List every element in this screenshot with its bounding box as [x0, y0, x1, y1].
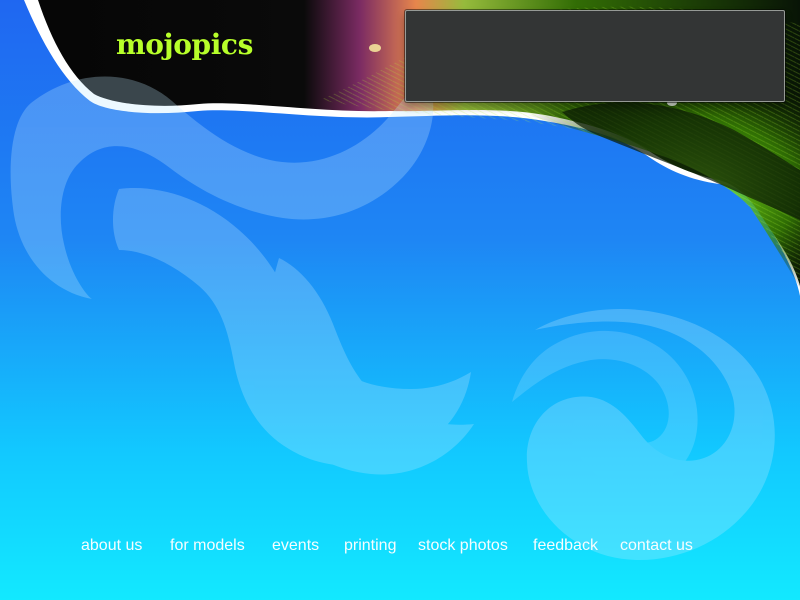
site-logo[interactable]: mojopics — [116, 31, 253, 59]
nav-link-feedback[interactable]: feedback — [533, 536, 598, 556]
mojopics-home-page: mojopics about us for models events prin… — [0, 0, 800, 600]
nav-link-events[interactable]: events — [272, 536, 319, 556]
nav-link-printing[interactable]: printing — [344, 536, 396, 556]
header-content-panel — [405, 10, 785, 102]
nav-link-stock-photos[interactable]: stock photos — [418, 536, 508, 556]
logo-highlight-glow — [369, 44, 381, 52]
nav-link-contact-us[interactable]: contact us — [620, 536, 693, 556]
nav-link-about-us[interactable]: about us — [81, 536, 142, 556]
nav-link-for-models[interactable]: for models — [170, 536, 245, 556]
